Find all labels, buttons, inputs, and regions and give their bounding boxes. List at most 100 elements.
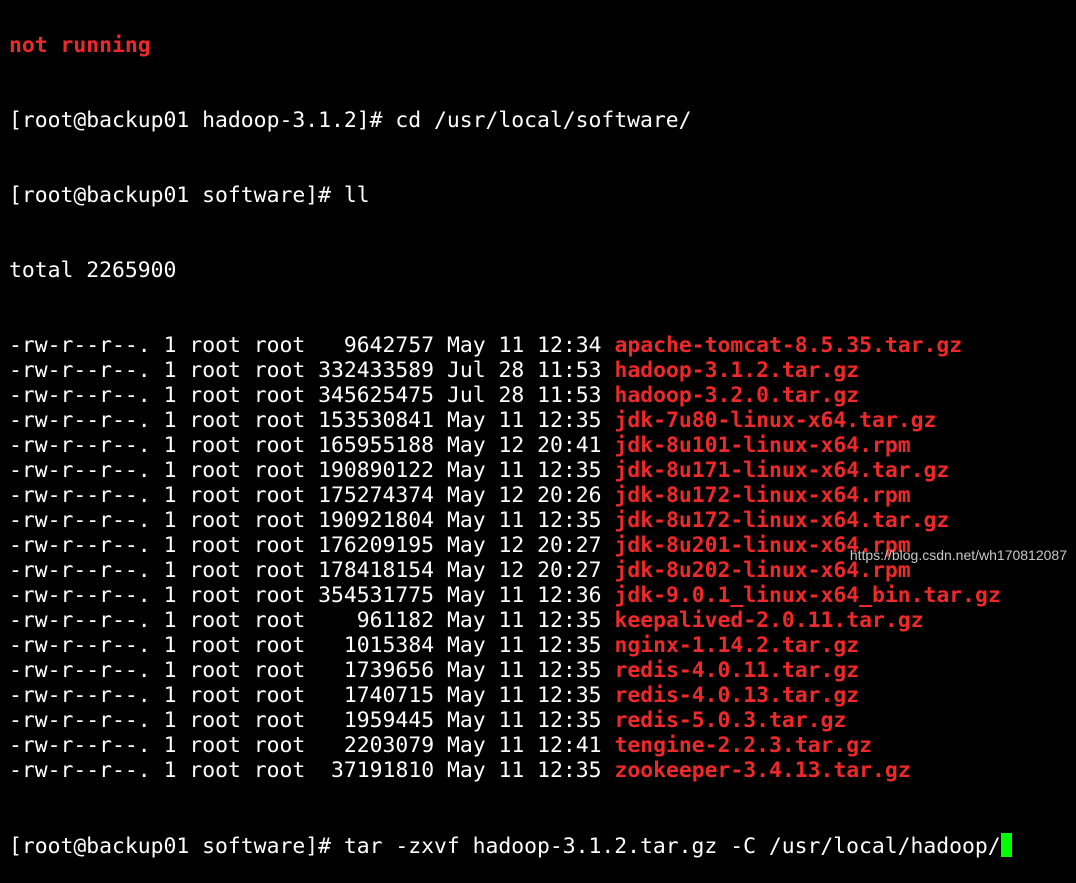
column-separator [602,683,615,708]
file-size: 190890122 [318,458,435,483]
watermark: https://blog.csdn.net/wh170812087 [849,547,1067,563]
column-padding [318,608,357,633]
file-permissions: -rw-r--r--. [9,508,151,533]
file-month: May [446,733,486,758]
column-separator [602,608,615,633]
file-time: 11:53 [537,383,602,408]
column-separator [524,333,537,358]
column-padding [318,333,344,358]
column-separator [305,758,318,783]
file-permissions: -rw-r--r--. [9,383,151,408]
file-day: 11 [498,733,525,758]
column-separator [241,658,254,683]
column-separator [151,433,164,458]
file-size: 176209195 [318,533,435,558]
file-size: 345625475 [318,383,435,408]
file-time: 12:35 [537,633,602,658]
file-day: 11 [498,708,525,733]
file-time: 20:27 [537,558,602,583]
file-name: jdk-7u80-linux-x64.tar.gz [614,408,937,433]
column-separator [305,633,318,658]
file-day: 11 [498,408,525,433]
file-name: hadoop-3.2.0.tar.gz [614,383,860,408]
column-separator [241,633,254,658]
file-row: -rw-r--r--. 1 root root 153530841 May 11… [9,408,1069,433]
file-size: 9642757 [343,333,435,358]
file-day: 11 [498,683,525,708]
file-month: May [446,708,486,733]
column-separator [524,533,537,558]
column-separator [524,508,537,533]
file-month: May [446,608,486,633]
column-separator [524,658,537,683]
column-separator [524,483,537,508]
column-separator [176,483,189,508]
column-separator [602,508,615,533]
file-name: zookeeper-3.4.13.tar.gz [614,758,911,783]
file-time: 11:53 [537,358,602,383]
command-input[interactable]: tar -zxvf hadoop-3.1.2.tar.gz -C /usr/lo… [344,834,1001,859]
column-separator [241,583,254,608]
partial-status-text: not running [9,33,151,58]
file-group: root [253,733,306,758]
file-owner: root [189,358,241,383]
terminal-line: not running [9,33,1069,58]
terminal-output[interactable]: not running [root@backup01 hadoop-3.1.2]… [9,0,1069,883]
column-separator [305,733,318,758]
listing-total: total 2265900 [9,258,177,283]
column-separator [434,608,447,633]
column-separator [305,708,318,733]
terminal-line[interactable]: [root@backup01 software]# tar -zxvf hado… [9,833,1069,859]
column-separator [602,433,615,458]
file-name: redis-4.0.13.tar.gz [614,683,860,708]
column-separator [602,408,615,433]
file-time: 20:26 [537,483,602,508]
file-time: 20:41 [537,433,602,458]
column-separator [241,708,254,733]
file-group: root [253,708,306,733]
column-padding [318,758,331,783]
file-size: 1739656 [343,658,435,683]
file-owner: root [189,383,241,408]
file-name: tengine-2.2.3.tar.gz [614,733,873,758]
file-month: May [446,633,486,658]
file-month: May [446,658,486,683]
column-separator [176,708,189,733]
file-time: 12:35 [537,658,602,683]
file-time: 12:35 [537,408,602,433]
file-day: 11 [498,333,525,358]
column-separator [434,508,447,533]
file-group: root [253,408,306,433]
column-separator [241,508,254,533]
column-separator [434,358,447,383]
file-link-count: 1 [163,333,177,358]
file-row: -rw-r--r--. 1 root root 961182 May 11 12… [9,608,1069,633]
column-separator [434,483,447,508]
file-name: apache-tomcat-8.5.35.tar.gz [614,333,963,358]
file-row: -rw-r--r--. 1 root root 354531775 May 11… [9,583,1069,608]
column-separator [151,758,164,783]
file-permissions: -rw-r--r--. [9,333,151,358]
column-separator [241,483,254,508]
column-separator [486,683,499,708]
column-separator [241,683,254,708]
shell-prompt: [root@backup01 hadoop-3.1.2]# [9,108,396,133]
column-separator [151,358,164,383]
file-permissions: -rw-r--r--. [9,533,151,558]
column-separator [602,633,615,658]
file-permissions: -rw-r--r--. [9,758,151,783]
file-month: May [446,508,486,533]
file-size: 190921804 [318,508,435,533]
column-separator [602,658,615,683]
file-row: -rw-r--r--. 1 root root 1959445 May 11 1… [9,708,1069,733]
file-size: 1740715 [343,683,435,708]
file-size: 1015384 [343,633,435,658]
column-separator [305,458,318,483]
file-month: May [446,558,486,583]
file-time: 12:35 [537,608,602,633]
column-separator [305,383,318,408]
file-group: root [253,608,306,633]
file-name: jdk-8u172-linux-x64.rpm [614,483,911,508]
file-name: keepalived-2.0.11.tar.gz [614,608,924,633]
column-separator [434,658,447,683]
